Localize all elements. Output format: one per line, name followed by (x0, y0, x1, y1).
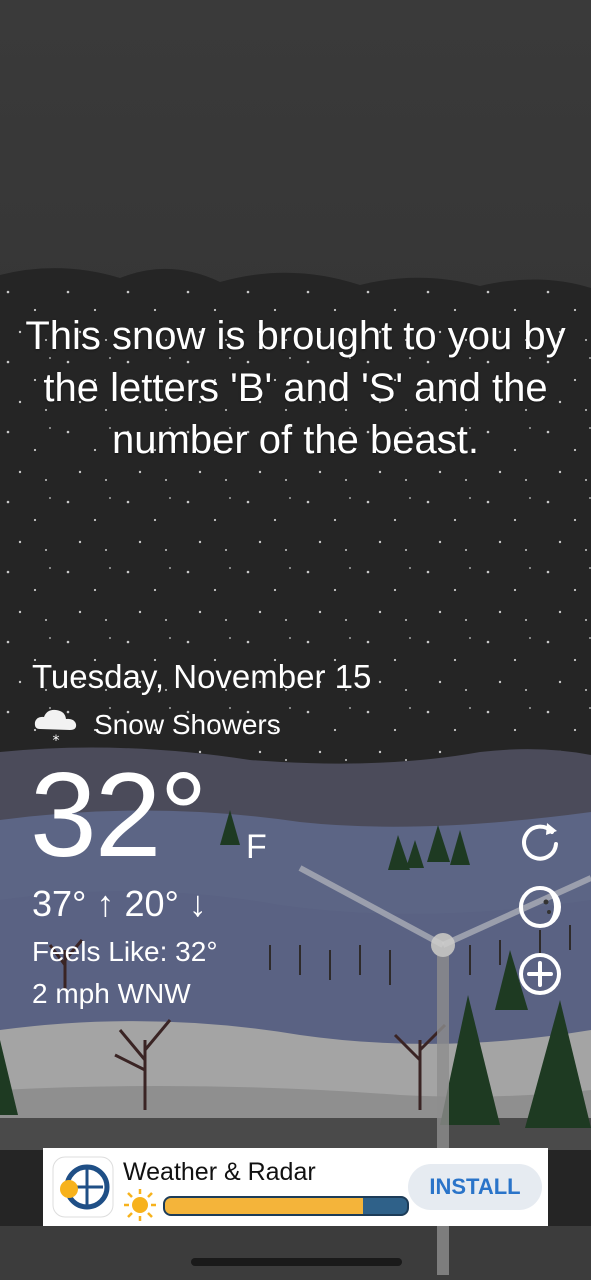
temperature-unit: F (246, 828, 267, 866)
add-location-button[interactable] (517, 951, 563, 997)
install-button[interactable]: INSTALL (408, 1164, 542, 1210)
current-condition: * Snow Showers (32, 703, 281, 747)
banner-ad[interactable]: Weather & Radar INSTALL (43, 1148, 548, 1226)
feels-like: Feels Like: 32° (32, 936, 218, 967)
moon-phase-icon (519, 886, 561, 928)
condition-label: Snow Showers (94, 709, 281, 740)
high-low-temperature: 37° ↑ 20° ↓ (32, 883, 207, 924)
ad-title: Weather & Radar (123, 1158, 316, 1186)
snow-cloud-icon: * (34, 709, 77, 747)
refresh-icon (522, 823, 558, 861)
home-indicator[interactable] (191, 1258, 402, 1266)
current-temperature: 32° (30, 748, 207, 882)
forecast-date: Tuesday, November 15 (32, 658, 372, 695)
svg-text:*: * (53, 733, 60, 747)
sun-icon (124, 1189, 156, 1221)
ad-progress-fill (165, 1198, 364, 1214)
ad-progress-bar (163, 1196, 409, 1216)
weather-radar-app-icon (52, 1156, 114, 1218)
refresh-button[interactable] (517, 817, 563, 863)
wind-speed: 2 mph WNW (32, 978, 191, 1009)
moon-phase-button[interactable] (517, 884, 563, 930)
snowy-landscape-background (0, 0, 591, 1280)
snark-headline: This snow is brought to you by the lette… (25, 314, 566, 462)
add-icon (519, 953, 561, 995)
